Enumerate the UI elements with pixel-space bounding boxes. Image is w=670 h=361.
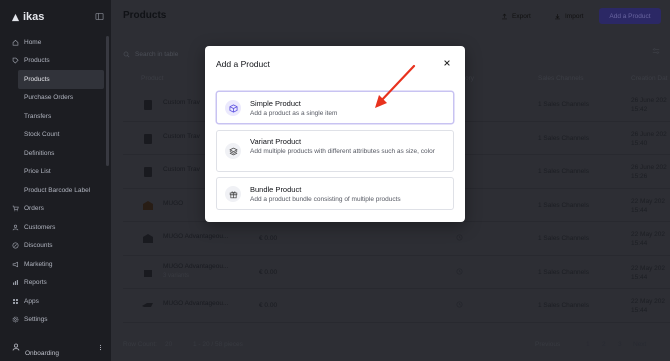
option-title: Simple Product [250,99,301,108]
layers-icon [229,147,237,155]
option-description: Add multiple products with different att… [250,148,435,155]
add-product-modal: Add a Product Simple Product Add a produ… [205,46,465,222]
box-icon [228,103,238,113]
option-description: Add a product bundle consisting of multi… [250,196,401,203]
variant-product-option[interactable]: Variant Product Add multiple products wi… [216,130,454,172]
option-icon-wrap [225,100,241,116]
option-title: Variant Product [250,137,302,146]
bundle-product-option[interactable]: Bundle Product Add a product bundle cons… [216,177,454,210]
option-icon-wrap [225,186,241,202]
modal-title: Add a Product [216,59,270,69]
gift-icon [229,191,237,198]
option-icon-wrap [225,143,241,159]
close-icon[interactable] [443,59,451,67]
option-title: Bundle Product [250,185,302,194]
annotation-arrow-icon [375,64,416,108]
